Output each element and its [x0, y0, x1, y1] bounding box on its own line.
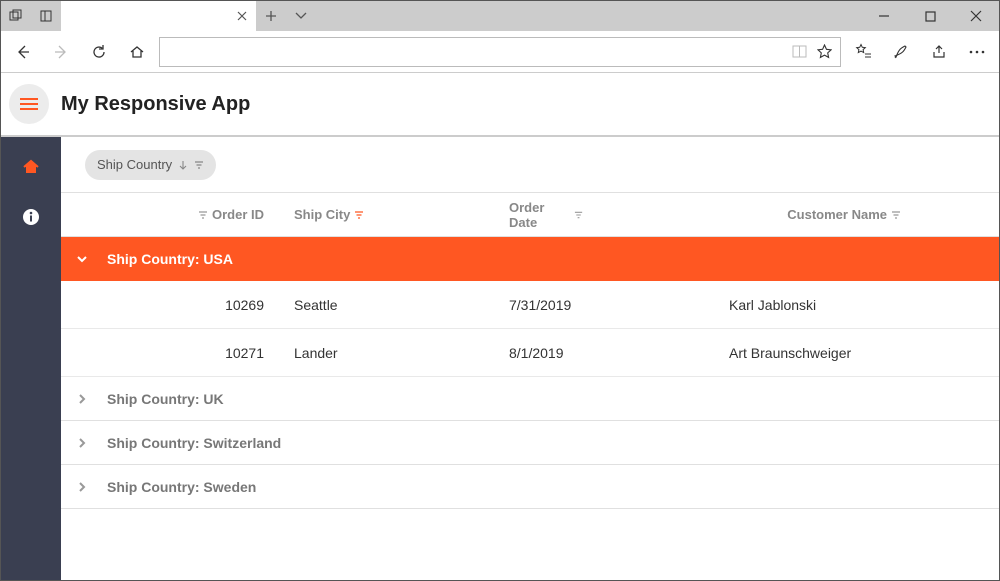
browser-tab[interactable]	[61, 1, 256, 31]
column-header-ship-city[interactable]: Ship City	[294, 207, 509, 222]
favorite-icon[interactable]	[817, 44, 832, 59]
titlebar	[1, 1, 999, 31]
group-row[interactable]: Ship Country: USA	[61, 237, 999, 281]
back-button[interactable]	[7, 36, 39, 68]
maximize-button[interactable]	[907, 1, 953, 31]
chevron-right-icon	[75, 392, 89, 406]
hamburger-icon	[20, 98, 38, 110]
cell-customer-name: Karl Jablonski	[729, 297, 999, 313]
cell-customer-name: Art Braunschweiger	[729, 345, 999, 361]
column-header-order-date[interactable]: Order Date	[509, 200, 729, 230]
group-label: Ship Country: USA	[107, 251, 233, 267]
info-icon	[21, 207, 41, 227]
notes-icon[interactable]	[885, 36, 917, 68]
filter-icon	[574, 210, 583, 220]
column-header-order-id[interactable]: Order ID	[99, 207, 294, 222]
app-title: My Responsive App	[61, 93, 250, 116]
filter-icon	[198, 210, 208, 220]
chevron-right-icon	[75, 436, 89, 450]
main-panel: Ship Country Order ID Ship City	[61, 137, 999, 580]
sort-down-icon	[178, 160, 188, 170]
hamburger-button[interactable]	[9, 84, 49, 124]
group-label: Ship Country: Sweden	[107, 479, 256, 495]
group-chip-row: Ship Country	[61, 137, 999, 193]
sidebar	[1, 137, 61, 580]
filter-icon	[194, 160, 204, 170]
cell-order-date: 8/1/2019	[509, 345, 729, 361]
cell-ship-city: Seattle	[294, 297, 509, 313]
filter-icon	[354, 210, 364, 220]
home-icon	[21, 157, 41, 177]
app-header: My Responsive App	[1, 73, 999, 137]
reading-view-icon[interactable]	[792, 44, 807, 59]
grid-body: Ship Country: USA 10269Seattle7/31/2019Ka…	[61, 237, 999, 509]
chevron-down-icon	[75, 252, 89, 266]
refresh-button[interactable]	[83, 36, 115, 68]
group-row[interactable]: Ship Country: UK	[61, 377, 999, 421]
cell-order-date: 7/31/2019	[509, 297, 729, 313]
sidebar-item-home[interactable]	[11, 147, 51, 187]
close-tab-icon[interactable]	[236, 10, 248, 22]
table-row[interactable]: 10269Seattle7/31/2019Karl Jablonski	[61, 281, 999, 329]
cell-order-id: 10271	[99, 345, 294, 361]
group-row[interactable]: Ship Country: Switzerland	[61, 421, 999, 465]
forward-button	[45, 36, 77, 68]
column-header-customer-name[interactable]: Customer Name	[729, 207, 999, 222]
chevron-right-icon	[75, 480, 89, 494]
close-window-button[interactable]	[953, 1, 999, 31]
browser-toolbar	[1, 31, 999, 73]
group-label: Ship Country: UK	[107, 391, 224, 407]
window-group-icon[interactable]	[1, 1, 31, 31]
chip-label: Ship Country	[97, 157, 172, 172]
minimize-button[interactable]	[861, 1, 907, 31]
favorites-list-icon[interactable]	[847, 36, 879, 68]
new-tab-button[interactable]	[256, 1, 286, 31]
tab-preview-icon[interactable]	[31, 1, 61, 31]
grid-header: Order ID Ship City Order Date Customer N…	[61, 193, 999, 237]
group-chip-ship-country[interactable]: Ship Country	[85, 150, 216, 180]
cell-ship-city: Lander	[294, 345, 509, 361]
sidebar-item-info[interactable]	[11, 197, 51, 237]
group-label: Ship Country: Switzerland	[107, 435, 281, 451]
filter-icon	[891, 210, 901, 220]
app-content: My Responsive App Ship Country	[1, 73, 999, 580]
table-row[interactable]: 10271Lander8/1/2019Art Braunschweiger	[61, 329, 999, 377]
group-row[interactable]: Ship Country: Sweden	[61, 465, 999, 509]
cell-order-id: 10269	[99, 297, 294, 313]
share-icon[interactable]	[923, 36, 955, 68]
more-icon[interactable]	[961, 36, 993, 68]
home-button[interactable]	[121, 36, 153, 68]
browser-window: My Responsive App Ship Country	[0, 0, 1000, 581]
address-bar[interactable]	[159, 37, 841, 67]
app-body: Ship Country Order ID Ship City	[1, 137, 999, 580]
tabs-dropdown-button[interactable]	[286, 1, 316, 31]
